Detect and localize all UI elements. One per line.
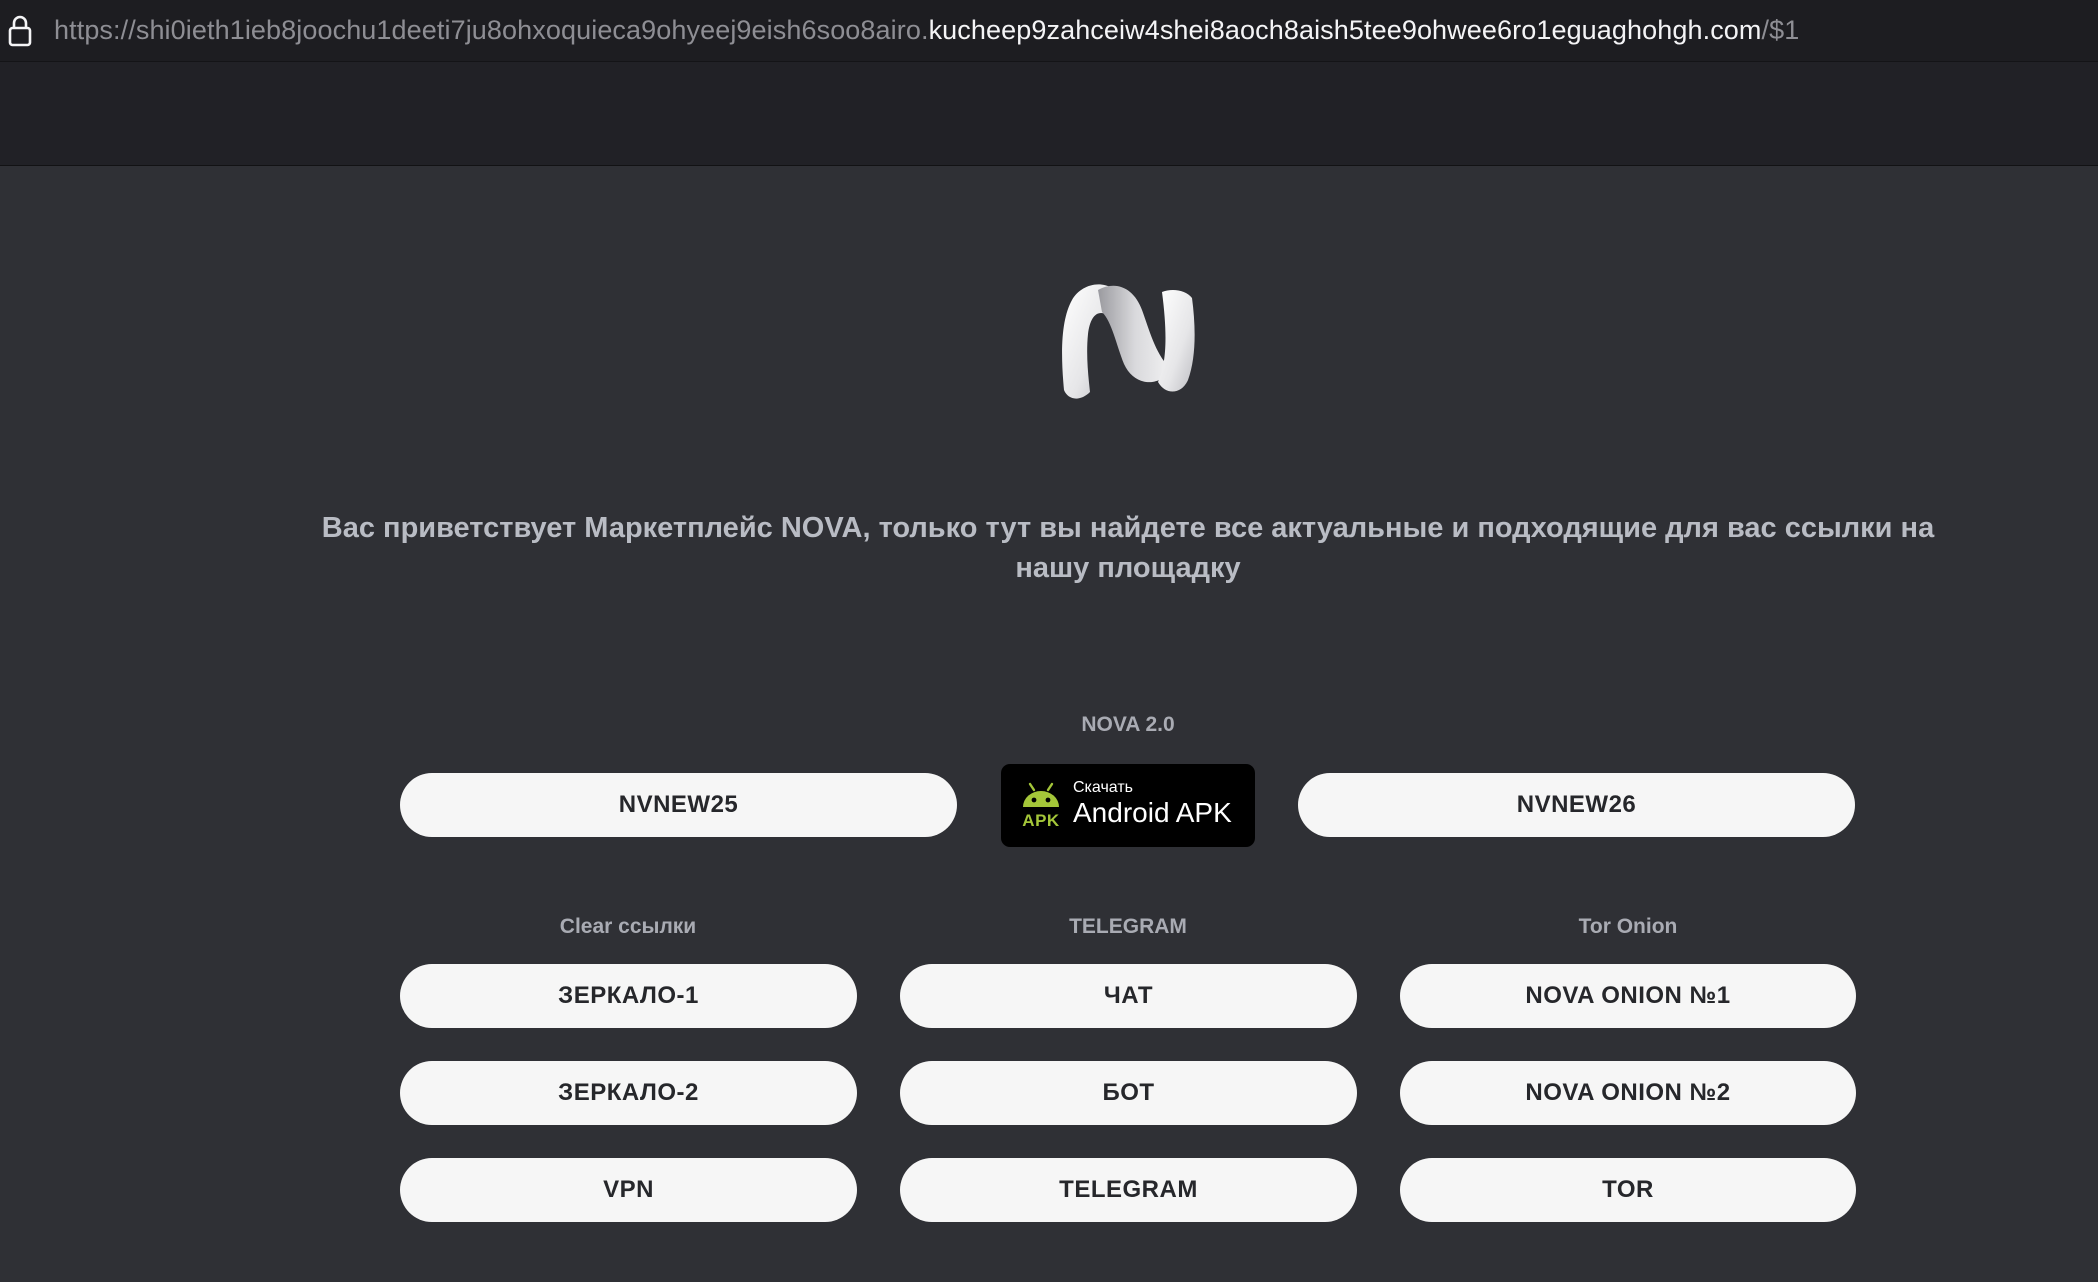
nova-logo-icon: [1058, 278, 1198, 402]
android-icon: APK: [1019, 779, 1063, 833]
telegram-button[interactable]: TELEGRAM: [900, 1158, 1357, 1222]
vpn-button[interactable]: VPN: [400, 1158, 857, 1222]
mirror-2-button[interactable]: ЗЕРКАЛО-2: [400, 1061, 857, 1125]
url-suffix: /$1: [1761, 15, 1800, 45]
nova-onion-1-button[interactable]: NOVA ONION №1: [1400, 964, 1856, 1028]
url-prefix: https://shi0ieth1ieb8joochu1deeti7ju8ohx…: [54, 15, 929, 45]
nvnew25-button[interactable]: NVNEW25: [400, 773, 957, 837]
apk-small-text: Скачать: [1073, 778, 1133, 796]
android-apk-button[interactable]: APK Скачать Android APK: [1001, 764, 1255, 847]
telegram-label: TELEGRAM: [1069, 915, 1187, 938]
chat-button[interactable]: ЧАТ: [900, 964, 1357, 1028]
welcome-text: Вас приветствует Маркетплейс NOVA, тольк…: [321, 512, 1935, 584]
clear-links-label: Clear ссылки: [559, 915, 697, 938]
tor-onion-label: Tor Onion: [1578, 915, 1678, 938]
lock-icon[interactable]: [2, 0, 38, 62]
mirror-1-button[interactable]: ЗЕРКАЛО-1: [400, 964, 857, 1028]
browser-address-bar[interactable]: https://shi0ieth1ieb8joochu1deeti7ju8ohx…: [0, 0, 2098, 62]
apk-big-text: Android APK: [1073, 796, 1232, 828]
nvnew26-button[interactable]: NVNEW26: [1298, 773, 1855, 837]
url-text[interactable]: https://shi0ieth1ieb8joochu1deeti7ju8ohx…: [54, 15, 1799, 46]
apk-tag: APK: [1022, 810, 1060, 830]
url-domain: kucheep9zahceiw4shei8aoch8aish5tee9ohwee…: [928, 15, 1762, 45]
nova-onion-2-button[interactable]: NOVA ONION №2: [1400, 1061, 1856, 1125]
nova2-label: NOVA 2.0: [1081, 713, 1175, 736]
bot-button[interactable]: БОТ: [900, 1061, 1357, 1125]
site-header: [0, 62, 2098, 166]
tor-button[interactable]: TOR: [1400, 1158, 1856, 1222]
